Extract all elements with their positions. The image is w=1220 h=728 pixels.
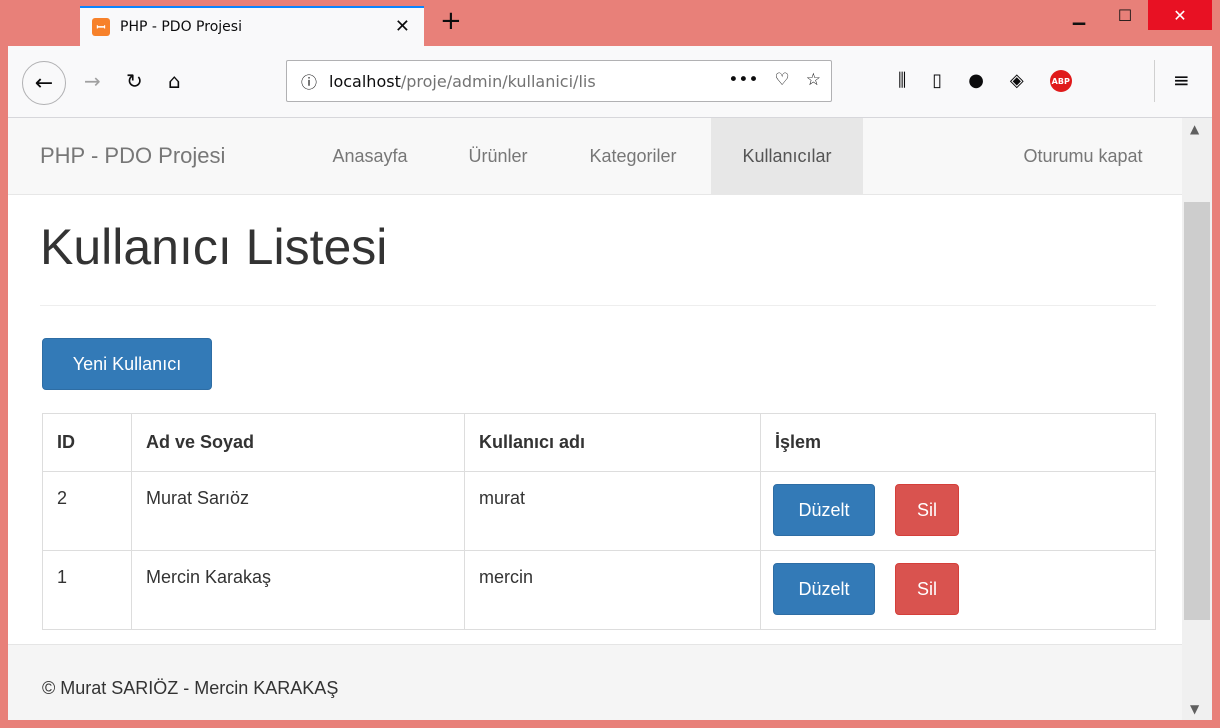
sidebar-icon[interactable]: ▯ [932, 70, 942, 92]
nav-item-products[interactable]: Ürünler [446, 118, 550, 194]
edit-button[interactable]: Düzelt [773, 484, 875, 536]
table-row: 1 Mercin Karakaş mercin Düzelt Sil [43, 550, 1155, 629]
new-tab-icon[interactable]: + [440, 8, 462, 34]
site-navbar: PHP - PDO Projesi Anasayfa Ürünler Kateg… [8, 118, 1182, 195]
url-bar[interactable]: ⓘ localhost/proje/admin/kullanici/lis ••… [286, 60, 832, 102]
maximize-icon[interactable]: ☐ [1102, 0, 1148, 30]
page-viewport: PHP - PDO Projesi Anasayfa Ürünler Kateg… [8, 118, 1212, 720]
tab-bar: ꟷ PHP - PDO Projesi ✕ + ▁ ☐ ✕ [0, 0, 1220, 46]
menu-icon[interactable]: ≡ [1173, 68, 1190, 92]
shield-icon[interactable]: ◈ [1010, 70, 1024, 92]
browser-tab[interactable]: ꟷ PHP - PDO Projesi ✕ [80, 6, 424, 46]
reload-icon[interactable]: ↻ [126, 70, 143, 92]
nav-item-categories[interactable]: Kategoriler [560, 118, 706, 194]
column-header-name: Ad ve Soyad [131, 414, 464, 471]
navbar-brand[interactable]: PHP - PDO Projesi [40, 143, 225, 169]
home-icon[interactable]: ⌂ [168, 70, 181, 92]
cell-id: 2 [57, 488, 68, 508]
scroll-thumb[interactable] [1184, 202, 1210, 620]
table-header-row: ID Ad ve Soyad Kullanıcı adı İşlem [43, 414, 1155, 471]
table-row: 2 Murat Sarıöz murat Düzelt Sil [43, 471, 1155, 550]
cell-actions: Düzelt Sil [760, 551, 1155, 629]
cell-name: Murat Sarıöz [131, 472, 464, 550]
logout-link[interactable]: Oturumu kapat [998, 118, 1168, 194]
cell-id: 1 [57, 567, 68, 587]
users-table: ID Ad ve Soyad Kullanıcı adı İşlem 2 Mur… [42, 413, 1156, 630]
page-footer: © Murat SARIÖZ - Mercin KARAKAŞ [8, 644, 1182, 720]
window-close-icon[interactable]: ✕ [1148, 0, 1212, 30]
cell-username: murat [464, 472, 760, 550]
browser-toolbar: ← → ↻ ⌂ ⓘ localhost/proje/admin/kullanic… [8, 46, 1212, 118]
library-icon[interactable]: ⫼ [898, 70, 906, 92]
delete-button[interactable]: Sil [895, 563, 959, 615]
new-user-button[interactable]: Yeni Kullanıcı [42, 338, 212, 390]
bookmark-star-icon[interactable]: ☆ [806, 70, 821, 90]
url-path: /proje/admin/kullanici/lis [400, 71, 596, 91]
browser-window: ꟷ PHP - PDO Projesi ✕ + ▁ ☐ ✕ ← → ↻ ⌂ ⓘ … [0, 0, 1220, 728]
url-host: localhost [329, 71, 401, 91]
title-divider [40, 305, 1156, 306]
cell-actions: Düzelt Sil [760, 472, 1155, 550]
xampp-icon: ꟷ [92, 18, 110, 36]
url-text[interactable]: localhost/proje/admin/kullanici/lis [329, 72, 649, 91]
forward-arrow-icon[interactable]: → [84, 70, 101, 92]
edit-button[interactable]: Düzelt [773, 563, 875, 615]
column-header-actions: İşlem [760, 414, 1155, 471]
vertical-scrollbar[interactable]: ▲ ▼ [1182, 118, 1212, 720]
footer-text: © Murat SARIÖZ - Mercin KARAKAŞ [42, 678, 339, 698]
close-tab-icon[interactable]: ✕ [395, 16, 410, 37]
tab-title: PHP - PDO Projesi [120, 19, 242, 35]
cell-name: Mercin Karakaş [131, 551, 464, 629]
column-header-username: Kullanıcı adı [464, 414, 760, 471]
pocket-icon[interactable]: ♡ [775, 70, 790, 90]
delete-button[interactable]: Sil [895, 484, 959, 536]
adblock-icon[interactable]: ABP [1049, 70, 1072, 92]
page-title: Kullanıcı Listesi [40, 219, 388, 275]
toolbar-divider [1154, 60, 1155, 102]
scroll-up-icon[interactable]: ▲ [1190, 122, 1199, 136]
back-arrow-icon[interactable]: ← [22, 61, 66, 105]
cell-username: mercin [464, 551, 760, 629]
info-icon[interactable]: ⓘ [301, 69, 317, 93]
page-content: PHP - PDO Projesi Anasayfa Ürünler Kateg… [8, 118, 1182, 720]
page-actions-icon[interactable]: ••• [728, 70, 758, 90]
minimize-icon[interactable]: ▁ [1056, 0, 1102, 30]
extension-icon[interactable]: ● [968, 70, 984, 92]
nav-item-home[interactable]: Anasayfa [304, 118, 436, 194]
scroll-down-icon[interactable]: ▼ [1190, 702, 1199, 716]
nav-item-users[interactable]: Kullanıcılar [711, 118, 863, 194]
column-header-id: ID [57, 432, 75, 452]
